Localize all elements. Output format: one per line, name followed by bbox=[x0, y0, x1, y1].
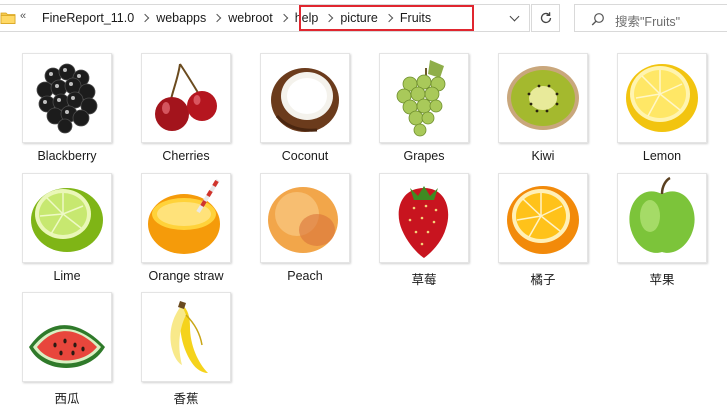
hidden-path-chevron[interactable]: « bbox=[20, 10, 26, 22]
file-name: Orange straw bbox=[148, 269, 224, 283]
file-name: Cherries bbox=[162, 149, 210, 163]
address-bar[interactable]: « FineReport_11.0 webapps webroot help p… bbox=[0, 4, 530, 32]
kiwi-icon bbox=[498, 53, 588, 143]
file-tile-banana[interactable]: 香蕉 bbox=[139, 291, 233, 409]
banana-icon bbox=[141, 292, 231, 382]
folder-icon bbox=[0, 10, 16, 26]
file-tile-kiwi[interactable]: Kiwi bbox=[496, 52, 590, 170]
file-tile-orange-straw[interactable]: Orange straw bbox=[139, 172, 233, 290]
lemon-icon bbox=[617, 53, 707, 143]
watermelon-icon bbox=[22, 292, 112, 382]
chevron-down-icon[interactable] bbox=[506, 11, 524, 27]
breadcrumb: FineReport_11.0 webapps webroot help pic… bbox=[40, 5, 433, 31]
file-name: Coconut bbox=[281, 149, 329, 163]
file-tile-watermelon[interactable]: 西瓜 bbox=[20, 291, 114, 409]
file-name: Kiwi bbox=[531, 149, 555, 163]
file-tile-tangerine[interactable]: 橘子 bbox=[496, 172, 590, 290]
file-tile-strawberry[interactable]: 草莓 bbox=[377, 172, 471, 290]
navigation-bar: « FineReport_11.0 webapps webroot help p… bbox=[0, 0, 727, 38]
breadcrumb-item-webroot[interactable]: webroot bbox=[226, 11, 274, 25]
chevron-right-icon[interactable] bbox=[380, 5, 398, 31]
file-name: 苹果 bbox=[649, 273, 675, 287]
file-name: Lemon bbox=[642, 149, 682, 163]
chevron-right-icon[interactable] bbox=[136, 5, 154, 31]
file-tile-coconut[interactable]: Coconut bbox=[258, 52, 352, 170]
file-name: 西瓜 bbox=[54, 392, 80, 406]
search-icon bbox=[591, 13, 604, 26]
blackberry-icon bbox=[22, 53, 112, 143]
file-name: 香蕉 bbox=[173, 392, 199, 406]
file-name: Lime bbox=[53, 269, 81, 283]
file-tile-peach[interactable]: Peach bbox=[258, 172, 352, 290]
file-name: Grapes bbox=[403, 149, 445, 163]
breadcrumb-item-help[interactable]: help bbox=[293, 11, 321, 25]
refresh-icon bbox=[540, 12, 551, 24]
file-name: Peach bbox=[287, 269, 323, 283]
apple-icon bbox=[617, 173, 707, 263]
file-tile-cherries[interactable]: Cherries bbox=[139, 52, 233, 170]
chevron-right-icon[interactable] bbox=[320, 5, 338, 31]
orange-straw-icon bbox=[141, 173, 231, 263]
peach-icon bbox=[260, 173, 350, 263]
refresh-button[interactable] bbox=[531, 4, 560, 32]
coconut-icon bbox=[260, 53, 350, 143]
breadcrumb-item-picture[interactable]: picture bbox=[338, 11, 380, 25]
cherries-icon bbox=[141, 53, 231, 143]
file-explorer-window: « FineReport_11.0 webapps webroot help p… bbox=[0, 0, 727, 414]
file-name: 草莓 bbox=[411, 273, 437, 287]
file-tile-grapes[interactable]: Grapes bbox=[377, 52, 471, 170]
chevron-right-icon[interactable] bbox=[208, 5, 226, 31]
file-tile-lemon[interactable]: Lemon bbox=[615, 52, 709, 170]
breadcrumb-item-fruits[interactable]: Fruits bbox=[398, 11, 433, 25]
file-tile-apple[interactable]: 苹果 bbox=[615, 172, 709, 290]
breadcrumb-item-finereport[interactable]: FineReport_11.0 bbox=[40, 11, 136, 25]
file-tile-lime[interactable]: Lime bbox=[20, 172, 114, 290]
file-name: 橘子 bbox=[530, 273, 556, 287]
breadcrumb-item-webapps[interactable]: webapps bbox=[154, 11, 208, 25]
strawberry-icon bbox=[379, 173, 469, 263]
tangerine-icon bbox=[498, 173, 588, 263]
file-tile-blackberry[interactable]: Blackberry bbox=[20, 52, 114, 170]
search-placeholder: 搜索"Fruits" bbox=[615, 15, 681, 29]
search-box[interactable]: 搜索"Fruits" bbox=[574, 4, 727, 32]
lime-icon bbox=[22, 173, 112, 263]
grapes-icon bbox=[379, 53, 469, 143]
chevron-right-icon[interactable] bbox=[275, 5, 293, 31]
file-name: Blackberry bbox=[37, 149, 97, 163]
